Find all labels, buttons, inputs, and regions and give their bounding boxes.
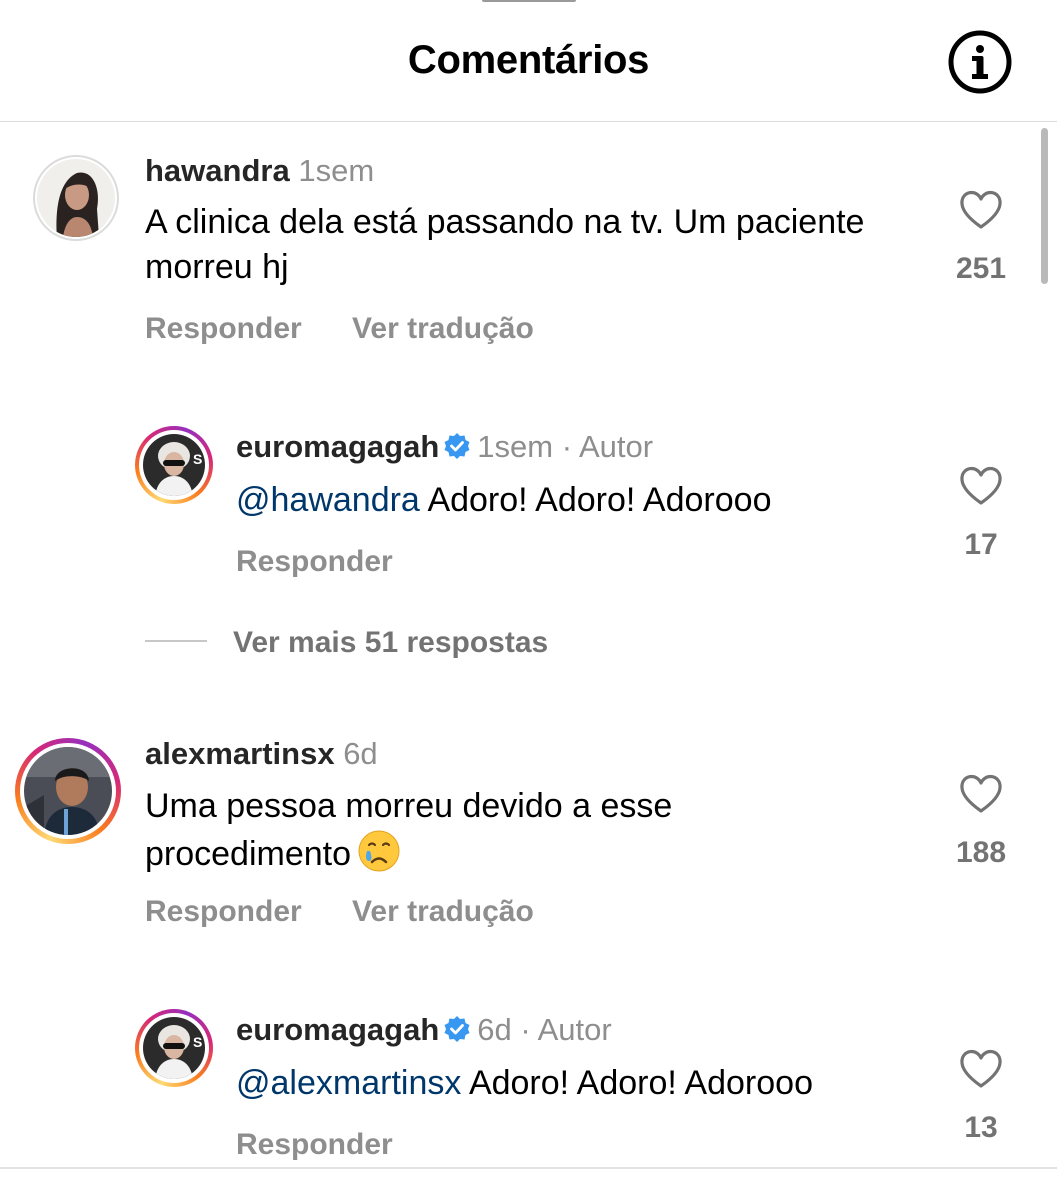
like-count: 17 [964,528,998,561]
comment-username[interactable]: euromagagah [236,429,439,464]
comments-header: Comentários [0,0,1057,122]
like-control: 188 [946,774,1016,870]
reply-button[interactable]: Responder [145,895,302,928]
author-label: Autor [537,1012,612,1047]
comment-time: 6d [477,1012,512,1047]
divider [0,1167,1057,1169]
comment-text: A clinica dela está passando na tv. Um p… [145,203,865,286]
avatar[interactable]: S [143,434,205,496]
comment-time: 1sem [477,429,554,464]
svg-text:S: S [193,1034,202,1050]
like-control: 17 [946,466,1016,562]
author-label: Autor [578,429,654,464]
crying-face-emoji-icon [357,829,401,873]
avatar[interactable] [24,747,112,835]
comment-time: 1sem [298,153,375,188]
like-count: 13 [964,1111,998,1144]
separator: · [561,429,573,464]
heart-icon[interactable] [959,774,1003,814]
separator: · [520,1012,531,1047]
like-control: 251 [946,190,1016,286]
comment-time: 6d [343,736,378,771]
comment-username[interactable]: hawandra [145,153,290,188]
verified-badge-icon [443,432,471,460]
comment-text: Adoro! Adoro! Adorooo [427,481,772,519]
scrollbar[interactable] [1041,128,1048,284]
translate-button[interactable]: Ver tradução [352,895,534,928]
reply-button[interactable]: Responder [236,1128,393,1161]
like-count: 188 [955,836,1007,869]
mention-link[interactable]: @alexmartinsx [236,1064,461,1102]
heart-icon[interactable] [959,190,1003,230]
reply-button[interactable]: Responder [236,545,393,578]
svg-text:S: S [193,451,202,467]
heart-icon[interactable] [959,1049,1003,1089]
translate-button[interactable]: Ver tradução [352,312,534,345]
comment-text: Uma pessoa morreu devido a esse procedim… [145,787,673,873]
reply-button[interactable]: Responder [145,312,302,345]
like-control: 13 [946,1049,1016,1145]
page-title: Comentários [407,38,650,82]
comment-text: Adoro! Adoro! Adorooo [468,1064,813,1102]
comment-username[interactable]: euromagagah [236,1012,439,1047]
comment-username[interactable]: alexmartinsx [145,736,335,771]
avatar[interactable]: S [143,1017,205,1079]
verified-badge-icon [443,1015,471,1043]
avatar[interactable] [37,159,115,237]
info-icon[interactable] [947,29,1013,95]
view-more-label: Ver mais 51 respostas [233,626,549,659]
divider [145,640,207,642]
view-more-replies-button[interactable]: Ver mais 51 respostas [145,626,548,666]
heart-icon[interactable] [959,466,1003,506]
mention-link[interactable]: @hawandra [236,481,420,519]
like-count: 251 [955,252,1007,285]
